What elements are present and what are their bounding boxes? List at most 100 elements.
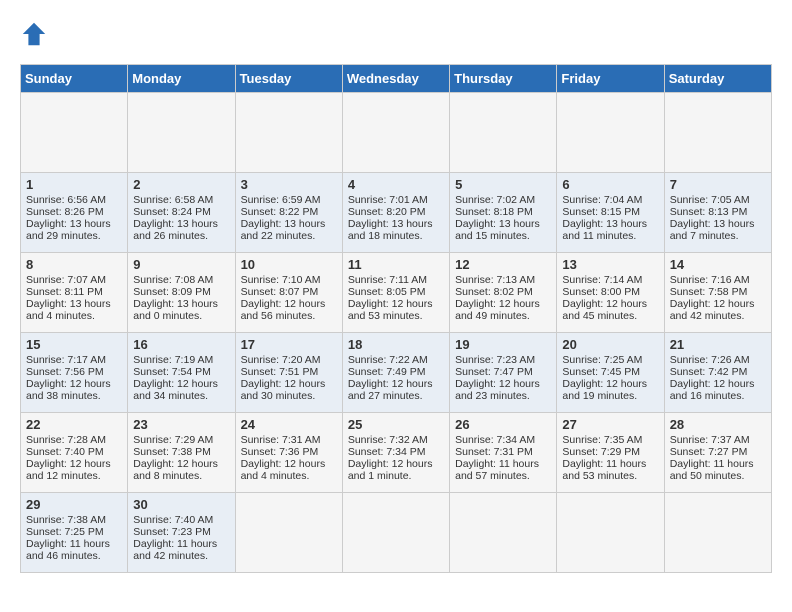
calendar-cell [664,493,771,573]
calendar-cell: 18Sunrise: 7:22 AMSunset: 7:49 PMDayligh… [342,333,449,413]
sunset: Sunset: 8:18 PM [455,206,533,218]
sunset: Sunset: 8:22 PM [241,206,319,218]
day-number: 13 [562,257,658,272]
sunrise: Sunrise: 7:01 AM [348,194,428,206]
day-number: 10 [241,257,337,272]
calendar-cell: 22Sunrise: 7:28 AMSunset: 7:40 PMDayligh… [21,413,128,493]
sunset: Sunset: 7:34 PM [348,446,426,458]
daylight: Daylight: 13 hours and 22 minutes. [241,218,326,242]
sunset: Sunset: 8:13 PM [670,206,748,218]
sunrise: Sunrise: 7:20 AM [241,354,321,366]
daylight: Daylight: 12 hours and 34 minutes. [133,378,218,402]
calendar-cell [664,93,771,173]
daylight: Daylight: 12 hours and 45 minutes. [562,298,647,322]
day-number: 28 [670,417,766,432]
sunset: Sunset: 8:24 PM [133,206,211,218]
daylight: Daylight: 11 hours and 46 minutes. [26,538,110,562]
column-header-tuesday: Tuesday [235,65,342,93]
calendar-cell [21,93,128,173]
calendar-cell: 7Sunrise: 7:05 AMSunset: 8:13 PMDaylight… [664,173,771,253]
calendar-cell: 4Sunrise: 7:01 AMSunset: 8:20 PMDaylight… [342,173,449,253]
sunset: Sunset: 7:38 PM [133,446,211,458]
week-row-0 [21,93,772,173]
sunrise: Sunrise: 7:02 AM [455,194,535,206]
sunset: Sunset: 7:36 PM [241,446,319,458]
sunset: Sunset: 7:25 PM [26,526,104,538]
calendar-cell: 29Sunrise: 7:38 AMSunset: 7:25 PMDayligh… [21,493,128,573]
column-header-monday: Monday [128,65,235,93]
calendar-cell: 26Sunrise: 7:34 AMSunset: 7:31 PMDayligh… [450,413,557,493]
daylight: Daylight: 12 hours and 56 minutes. [241,298,326,322]
day-number: 19 [455,337,551,352]
sunrise: Sunrise: 7:08 AM [133,274,213,286]
calendar-cell [557,493,664,573]
day-number: 6 [562,177,658,192]
calendar-cell: 16Sunrise: 7:19 AMSunset: 7:54 PMDayligh… [128,333,235,413]
day-number: 15 [26,337,122,352]
sunset: Sunset: 7:27 PM [670,446,748,458]
week-row-2: 8Sunrise: 7:07 AMSunset: 8:11 PMDaylight… [21,253,772,333]
sunset: Sunset: 8:26 PM [26,206,104,218]
calendar-cell: 27Sunrise: 7:35 AMSunset: 7:29 PMDayligh… [557,413,664,493]
daylight: Daylight: 12 hours and 1 minute. [348,458,433,482]
calendar-cell [450,493,557,573]
daylight: Daylight: 12 hours and 49 minutes. [455,298,540,322]
calendar-cell [235,493,342,573]
calendar-cell: 23Sunrise: 7:29 AMSunset: 7:38 PMDayligh… [128,413,235,493]
sunset: Sunset: 7:56 PM [26,366,104,378]
day-number: 23 [133,417,229,432]
column-header-friday: Friday [557,65,664,93]
sunset: Sunset: 8:20 PM [348,206,426,218]
daylight: Daylight: 12 hours and 23 minutes. [455,378,540,402]
calendar-cell [450,93,557,173]
daylight: Daylight: 12 hours and 42 minutes. [670,298,755,322]
day-number: 27 [562,417,658,432]
sunrise: Sunrise: 7:25 AM [562,354,642,366]
daylight: Daylight: 12 hours and 16 minutes. [670,378,755,402]
calendar-cell: 25Sunrise: 7:32 AMSunset: 7:34 PMDayligh… [342,413,449,493]
sunrise: Sunrise: 7:04 AM [562,194,642,206]
sunset: Sunset: 7:58 PM [670,286,748,298]
daylight: Daylight: 11 hours and 53 minutes. [562,458,646,482]
daylight: Daylight: 12 hours and 4 minutes. [241,458,326,482]
daylight: Daylight: 12 hours and 30 minutes. [241,378,326,402]
week-row-1: 1Sunrise: 6:56 AMSunset: 8:26 PMDaylight… [21,173,772,253]
sunset: Sunset: 7:29 PM [562,446,640,458]
sunrise: Sunrise: 7:40 AM [133,514,213,526]
daylight: Daylight: 12 hours and 12 minutes. [26,458,111,482]
calendar-cell [342,493,449,573]
day-number: 29 [26,497,122,512]
daylight: Daylight: 13 hours and 18 minutes. [348,218,433,242]
calendar-cell: 2 Sunrise: 6:58 AMSunset: 8:24 PMDaylight… [128,173,235,253]
day-number: 8 [26,257,122,272]
sunrise: Sunrise: 6:58 AM [133,194,213,206]
daylight: Daylight: 13 hours and 26 minutes. [133,218,218,242]
week-row-4: 22Sunrise: 7:28 AMSunset: 7:40 PMDayligh… [21,413,772,493]
calendar-cell [128,93,235,173]
sunset: Sunset: 7:54 PM [133,366,211,378]
daylight: Daylight: 12 hours and 53 minutes. [348,298,433,322]
sunrise: Sunrise: 7:37 AM [670,434,750,446]
calendar-table: SundayMondayTuesdayWednesdayThursdayFrid… [20,64,772,573]
day-number: 2 [133,177,229,192]
sunrise: Sunrise: 7:19 AM [133,354,213,366]
calendar-cell: 12Sunrise: 7:13 AMSunset: 8:02 PMDayligh… [450,253,557,333]
sunset: Sunset: 8:15 PM [562,206,640,218]
calendar-cell: 24Sunrise: 7:31 AMSunset: 7:36 PMDayligh… [235,413,342,493]
day-number: 30 [133,497,229,512]
day-number: 18 [348,337,444,352]
calendar-cell: 5Sunrise: 7:02 AMSunset: 8:18 PMDaylight… [450,173,557,253]
daylight: Daylight: 12 hours and 8 minutes. [133,458,218,482]
calendar-cell: 3Sunrise: 6:59 AMSunset: 8:22 PMDaylight… [235,173,342,253]
day-number: 26 [455,417,551,432]
day-number: 1 [26,177,122,192]
daylight: Daylight: 13 hours and 7 minutes. [670,218,755,242]
day-number: 17 [241,337,337,352]
column-header-saturday: Saturday [664,65,771,93]
sunset: Sunset: 8:09 PM [133,286,211,298]
sunset: Sunset: 7:49 PM [348,366,426,378]
calendar-cell: 28Sunrise: 7:37 AMSunset: 7:27 PMDayligh… [664,413,771,493]
sunrise: Sunrise: 7:28 AM [26,434,106,446]
logo [20,20,52,48]
sunrise: Sunrise: 7:11 AM [348,274,427,286]
